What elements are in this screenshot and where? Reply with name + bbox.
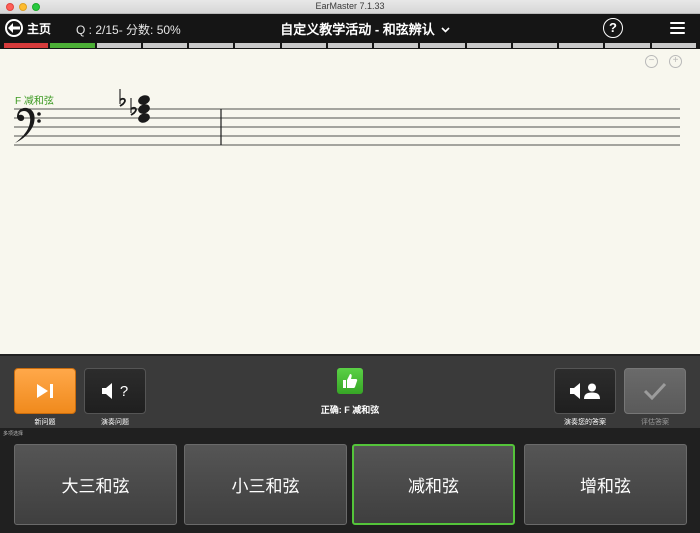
answer-option-major[interactable]: 大三和弦 [14, 444, 177, 525]
menu-icon[interactable] [670, 22, 685, 35]
multiple-choice-label: 多项选择 [3, 431, 24, 437]
question-progress: Q : 2/15- 分数: 50% [76, 23, 181, 37]
evaluate-answer-button[interactable] [624, 368, 686, 414]
progress-segment [605, 43, 650, 48]
checkmark-icon [643, 382, 667, 400]
chevron-down-icon [441, 21, 450, 36]
speaker-icon [101, 383, 112, 399]
chord-notes [138, 95, 150, 123]
home-button[interactable]: 主页 [5, 18, 51, 38]
progress-segment [50, 43, 95, 48]
staff-lines [14, 108, 680, 146]
score-area: − + F 减和弦 [0, 49, 700, 354]
replay-question-button[interactable]: ? [84, 368, 146, 414]
speaker-person-icon [570, 383, 600, 399]
replay-question-label: 演奏问题 [101, 419, 129, 426]
control-bar: 新问题 ? 演奏问题 正确: F 减和弦 演奏您的答案 评估答案 [0, 354, 700, 428]
home-label: 主页 [27, 21, 52, 36]
exercise-title: 自定义教学活动 - 和弦辨认 [280, 22, 435, 37]
answer-option-augmented[interactable]: 增和弦 [524, 444, 687, 525]
play-your-answer-button[interactable] [554, 368, 616, 414]
title-bar: EarMaster 7.1.33 [0, 0, 700, 14]
answer-option-diminished[interactable]: 减和弦 [352, 444, 515, 525]
window-title: EarMaster 7.1.33 [315, 1, 385, 11]
correct-answer-text: 正确: F 减和弦 [320, 405, 380, 415]
flat-sign-icon [119, 89, 126, 107]
progress-segment [96, 43, 141, 48]
play-your-answer-label: 演奏您的答案 [564, 419, 606, 426]
progress-segment [512, 43, 558, 48]
help-button[interactable]: ? [603, 18, 623, 38]
progress-segment [466, 43, 511, 48]
progress-segment [189, 43, 234, 48]
progress-segment [559, 43, 604, 48]
flat-sign-icon [130, 98, 137, 116]
progress-segment [327, 43, 373, 48]
chord-note [138, 113, 150, 123]
evaluate-answer-label: 评估答案 [641, 419, 669, 426]
app-header: 主页 Q : 2/15- 分数: 50% 自定义教学活动 - 和弦辨认 ? [0, 14, 700, 42]
earmaster-window: EarMaster 7.1.33 主页 Q : 2/15- 分数: 50% 自定… [0, 0, 700, 533]
progress-segment [4, 43, 49, 48]
question-progress-bar [0, 42, 700, 49]
staff-notation [14, 89, 680, 146]
progress-segment [420, 43, 465, 48]
answer-area: 多项选择 大三和弦 小三和弦 减和弦 增和弦 [0, 428, 700, 533]
question-mark-icon: ? [119, 382, 129, 400]
progress-segment [281, 43, 326, 48]
progress-segment [142, 43, 188, 48]
progress-segment [235, 43, 280, 48]
new-question-button[interactable] [14, 368, 76, 414]
new-question-label: 新问题 [34, 419, 56, 426]
exercise-title-dropdown[interactable]: 自定义教学活动 - 和弦辨认 [260, 19, 470, 38]
back-arrow-icon [5, 19, 23, 37]
progress-segment [374, 43, 419, 48]
answer-option-minor[interactable]: 小三和弦 [184, 444, 347, 525]
next-icon [37, 384, 53, 398]
bass-clef-icon [15, 107, 41, 143]
progress-segment [651, 43, 696, 48]
thumbs-up-icon [337, 368, 363, 394]
